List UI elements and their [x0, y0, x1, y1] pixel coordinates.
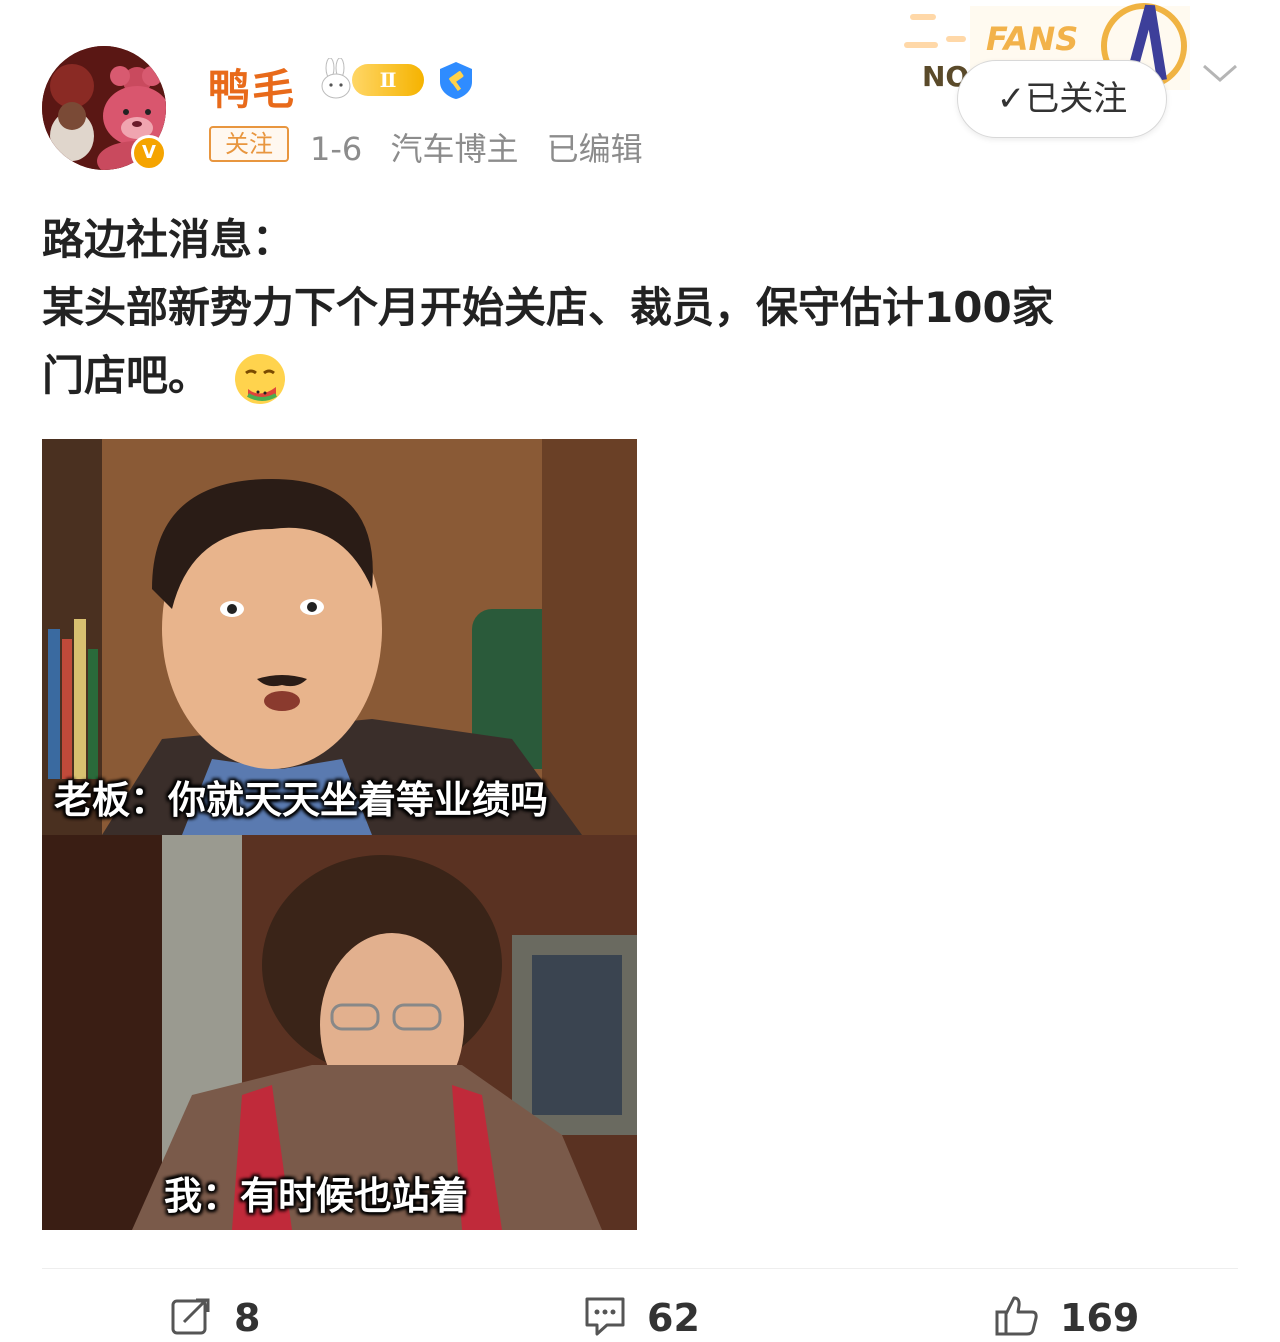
user-identity: 汽车博主 [390, 130, 519, 168]
verified-badge: V [131, 135, 167, 171]
post-meta: 1-6 汽车博主 已编辑 [310, 124, 661, 170]
repost-button[interactable]: 8 [170, 1296, 260, 1340]
level-badge: Ⅱ [352, 64, 424, 96]
edited-label[interactable]: 已编辑 [547, 130, 643, 168]
meme-caption-bottom: 我：有时候也站着 [164, 1174, 469, 1218]
post-date: 1-6 [310, 130, 363, 168]
post-text: 路边社消息： 某头部新势力下个月开始关店、裁员，保守估计100家 门店吧。 [42, 206, 1242, 410]
post-line-last: 门店吧。 [42, 342, 1242, 410]
like-button[interactable]: 169 [994, 1296, 1139, 1340]
like-count: 169 [1060, 1296, 1140, 1340]
repost-icon [170, 1296, 214, 1340]
post-line-text: 门店吧。 [42, 351, 211, 400]
meme-panel-top: 老板：你就天天坐着等业绩吗 [42, 439, 637, 835]
meme-caption-top: 老板：你就天天坐着等业绩吗 [54, 778, 549, 822]
post-line: 路边社消息： [42, 215, 295, 264]
hammer-badge-icon [436, 60, 476, 100]
comment-icon [583, 1295, 627, 1341]
watermelon-emoji-icon [232, 351, 288, 407]
meme-panel-bottom: 我：有时候也站着 [42, 835, 637, 1230]
thumbs-up-icon [994, 1294, 1040, 1342]
follow-tag[interactable]: 关注 [209, 126, 289, 162]
fans-text: FANS [986, 20, 1078, 58]
divider [42, 1268, 1238, 1269]
followed-button[interactable]: ✓已关注 [957, 60, 1167, 138]
meme-image[interactable]: 老板：你就天天坐着等业绩吗 我：有时候也站着 [42, 439, 637, 1230]
repost-count: 8 [234, 1296, 261, 1340]
username[interactable]: 鸭毛 [208, 56, 296, 117]
post-line: 某头部新势力下个月开始关店、裁员，保守估计100家 [42, 283, 1054, 332]
comment-count: 62 [647, 1296, 700, 1340]
chevron-down-icon[interactable] [1200, 58, 1240, 88]
comment-button[interactable]: 62 [583, 1296, 700, 1340]
